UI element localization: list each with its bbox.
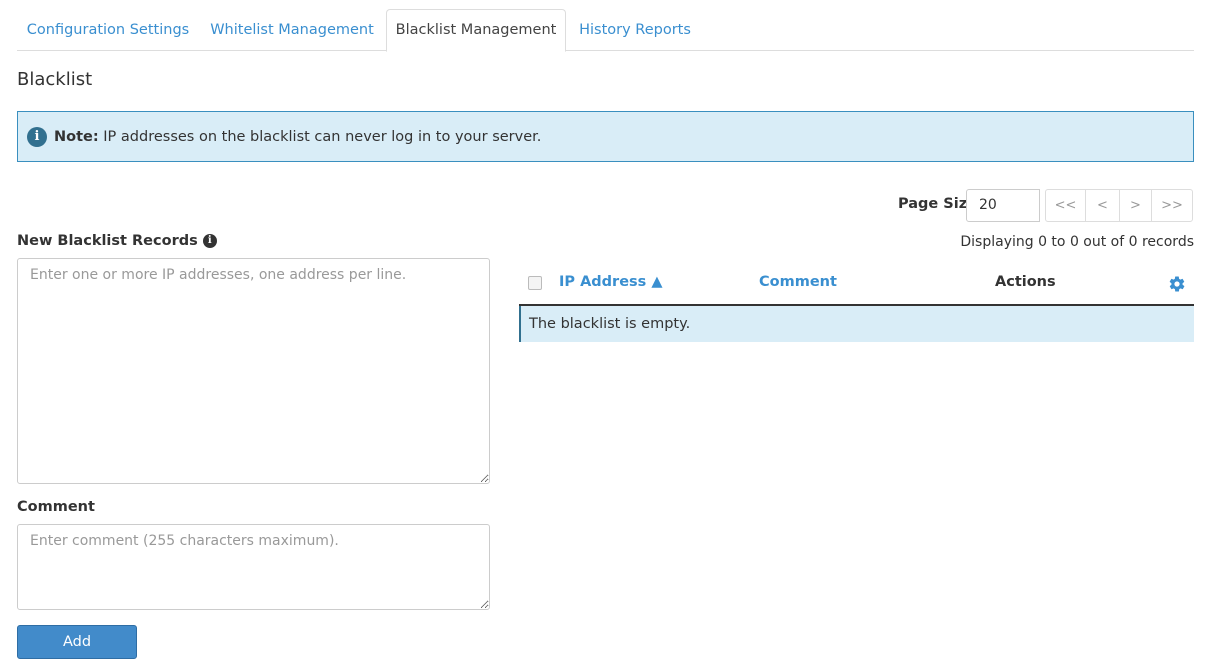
comment-label: Comment — [17, 499, 95, 515]
new-records-label: New Blacklist Records i — [17, 233, 217, 249]
tab-configuration-settings[interactable]: Configuration Settings — [17, 9, 199, 51]
gear-icon[interactable] — [1168, 275, 1186, 293]
note-callout: i Note: IP addresses on the blacklist ca… — [17, 111, 1194, 162]
first-page-button[interactable]: << — [1045, 189, 1086, 222]
note-text: Note: IP addresses on the blacklist can … — [54, 129, 541, 145]
info-icon[interactable]: i — [202, 234, 217, 248]
comment-column-header[interactable]: Comment — [759, 274, 837, 290]
page-title: Blacklist — [17, 69, 93, 90]
add-button[interactable]: Add — [17, 625, 137, 659]
page-size-input[interactable]: 20 — [966, 189, 1040, 222]
new-records-label-text: New Blacklist Records — [17, 233, 198, 249]
tab-bar: Configuration Settings Whitelist Managem… — [17, 9, 1194, 52]
prev-page-button[interactable]: < — [1085, 189, 1120, 222]
tab-history-reports[interactable]: History Reports — [566, 9, 704, 51]
tab-whitelist-management[interactable]: Whitelist Management — [199, 9, 385, 51]
tab-blacklist-management[interactable]: Blacklist Management — [386, 9, 566, 52]
ip-addresses-textarea[interactable] — [17, 258, 490, 484]
comment-label-text: Comment — [17, 499, 95, 515]
last-page-button[interactable]: >> — [1151, 189, 1193, 222]
empty-table-message: The blacklist is empty. — [519, 306, 1194, 342]
pagination: << < > >> — [1045, 189, 1193, 222]
info-circle-icon: i — [27, 126, 47, 147]
records-info: Displaying 0 to 0 out of 0 records — [960, 234, 1194, 250]
ip-address-column-header[interactable]: IP Address ▲ — [559, 274, 663, 290]
actions-column-header: Actions — [995, 274, 1056, 290]
note-bold-label: Note: — [54, 128, 99, 145]
note-message: IP addresses on the blacklist can never … — [98, 128, 542, 145]
comment-textarea[interactable] — [17, 524, 490, 610]
table-header: IP Address ▲ Comment Actions — [519, 262, 1194, 306]
select-all-checkbox[interactable] — [528, 276, 542, 290]
next-page-button[interactable]: > — [1119, 189, 1152, 222]
